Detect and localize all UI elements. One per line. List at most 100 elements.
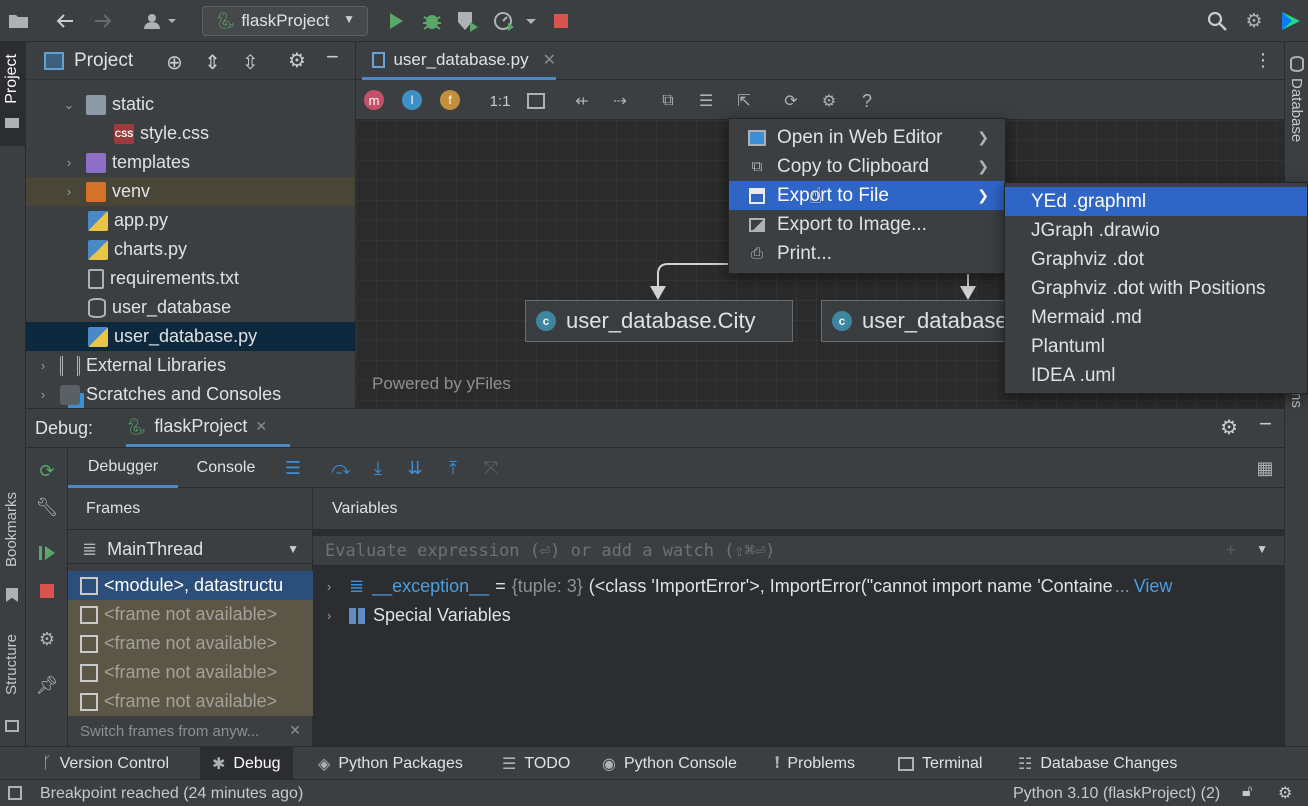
methods-filter-icon[interactable]: m — [364, 90, 384, 110]
ide-logo-icon[interactable] — [1278, 8, 1304, 34]
frame-item[interactable]: <frame not available> — [68, 600, 313, 629]
panel-settings-icon[interactable]: ⚙ — [288, 48, 306, 73]
tree-item-user-database[interactable]: user_database — [26, 293, 355, 322]
variable-row-special[interactable]: › Special Variables — [313, 601, 1284, 630]
run-icon[interactable] — [383, 8, 409, 34]
tree-item-external-libraries[interactable]: › External Libraries — [26, 351, 355, 380]
menu-item-export-image[interactable]: Export to Image... — [729, 210, 1005, 239]
step-out-icon[interactable]: ⤒ — [442, 457, 464, 479]
tree-item-app-py[interactable]: app.py — [26, 206, 355, 235]
layout-icon[interactable]: ⇷ — [571, 90, 593, 112]
menu-item-idea-uml[interactable]: IDEA .uml — [1005, 361, 1307, 390]
debug-settings-icon[interactable]: ⚙ — [36, 628, 58, 650]
pin-icon[interactable]: 📌︎ — [36, 674, 59, 696]
notifications-icon[interactable]: ⚙ — [1278, 783, 1292, 803]
toggle-panels-icon[interactable] — [8, 786, 22, 800]
search-icon[interactable] — [1204, 8, 1230, 34]
debug-bug-icon[interactable] — [419, 8, 445, 34]
bookmarks-tool-tab[interactable]: Bookmarks — [0, 492, 26, 612]
menu-item-copy-clipboard[interactable]: ⧉ Copy to Clipboard ❯ — [729, 152, 1005, 181]
route-edges-icon[interactable]: ⇢ — [609, 90, 631, 112]
actual-size-icon[interactable]: 1:1 — [486, 90, 514, 112]
frame-item[interactable]: <frame not available> — [68, 687, 313, 716]
view-link[interactable]: View — [1134, 576, 1173, 597]
close-tab-icon[interactable]: ✕ — [543, 50, 556, 70]
profile-dropdown-icon[interactable] — [491, 8, 541, 34]
add-watch-icon[interactable]: + — [1225, 540, 1236, 561]
settings-gear-icon[interactable]: ⚙ — [1241, 8, 1267, 34]
back-arrow-icon[interactable] — [52, 8, 78, 34]
tab-console[interactable]: Console — [182, 448, 270, 488]
menu-item-yed-graphml[interactable]: YEd .graphml — [1005, 187, 1307, 216]
panel-hide-icon[interactable]: − — [326, 44, 339, 70]
tool-database-changes[interactable]: ☷ Database Changes — [1018, 747, 1177, 780]
more-options-icon[interactable]: ⋮ — [1254, 50, 1272, 71]
tree-item-scratches[interactable]: › Scratches and Consoles — [26, 380, 355, 408]
step-into-icon[interactable]: ⤓ — [367, 457, 389, 479]
tree-item-static[interactable]: ⌄ static — [26, 90, 355, 119]
structure-tool-tab[interactable]: Structure — [0, 634, 26, 738]
status-message[interactable]: Breakpoint reached (24 minutes ago) — [40, 785, 303, 803]
unlock-icon[interactable]: 🔓︎ — [1242, 783, 1252, 801]
tree-item-user-database-py[interactable]: user_database.py — [26, 322, 355, 351]
tree-item-charts-py[interactable]: charts.py — [26, 235, 355, 264]
run-to-cursor-icon[interactable]: ⤧ — [480, 457, 502, 479]
chevron-down-icon[interactable]: ▼ — [1256, 542, 1268, 556]
tool-terminal[interactable]: Terminal — [898, 747, 982, 780]
tool-problems[interactable]: ❗︎ Problems — [775, 747, 855, 780]
locate-target-icon[interactable]: ⊕ — [166, 50, 183, 75]
tab-debugger[interactable]: Debugger — [68, 448, 178, 488]
collapse-all-icon[interactable]: ⇳ — [242, 50, 259, 75]
tool-debug[interactable]: ✱ Debug — [200, 747, 293, 780]
stop-icon[interactable] — [548, 8, 574, 34]
close-hint-icon[interactable]: ✕ — [289, 722, 301, 739]
frame-item[interactable]: <frame not available> — [68, 629, 313, 658]
fit-content-icon[interactable] — [525, 90, 547, 112]
menu-item-export-to-file[interactable]: Export to File ❯ ☝︎ — [729, 181, 1005, 210]
menu-item-print[interactable]: ⎙ Print... — [729, 239, 1005, 268]
step-into-my-code-icon[interactable]: ⇊ — [404, 457, 426, 479]
help-icon[interactable]: ? — [856, 90, 878, 112]
export-icon[interactable]: ⇱ — [733, 90, 755, 112]
menu-item-plantuml[interactable]: Plantuml — [1005, 332, 1307, 361]
frame-item[interactable]: <module>, datastructu — [68, 571, 313, 600]
menu-item-mermaid-md[interactable]: Mermaid .md — [1005, 303, 1307, 332]
thread-selector[interactable]: ≣ MainThread ▼ — [68, 536, 313, 564]
tree-item-venv[interactable]: › venv — [26, 177, 355, 206]
stop-icon[interactable] — [36, 580, 58, 602]
resume-icon[interactable] — [36, 542, 58, 564]
coverage-icon[interactable] — [455, 8, 481, 34]
run-configuration-dropdown[interactable]: 🐍︎ flaskProject ▼ — [202, 6, 368, 36]
fields-filter-icon[interactable]: f — [440, 90, 460, 110]
debug-session-tab[interactable]: 🐍︎ flaskProject ✕ — [126, 409, 290, 447]
layout-menu-icon[interactable]: ☰ — [282, 457, 304, 479]
evaluate-expression-input[interactable]: Evaluate expression (⏎) or add a watch (… — [313, 536, 1284, 566]
align-icon[interactable]: ☰ — [695, 90, 717, 112]
menu-item-jgraph-drawio[interactable]: JGraph .drawio — [1005, 216, 1307, 245]
frame-item[interactable]: <frame not available> — [68, 658, 313, 687]
layout-options-icon[interactable]: ▦ — [1254, 457, 1276, 479]
menu-item-graphviz-dot[interactable]: Graphviz .dot — [1005, 245, 1307, 274]
close-tab-icon[interactable]: ✕ — [255, 418, 267, 435]
tool-python-packages[interactable]: ◈ Python Packages — [318, 747, 463, 780]
inner-classes-filter-icon[interactable]: I — [402, 90, 422, 110]
tool-python-console[interactable]: ◉ Python Console — [602, 747, 737, 780]
tree-item-requirements[interactable]: requirements.txt — [26, 264, 355, 293]
menu-item-open-web-editor[interactable]: Open in Web Editor ❯ — [729, 123, 1005, 152]
user-dropdown-icon[interactable] — [140, 8, 180, 34]
tool-version-control[interactable]: ᚴ Version Control — [42, 747, 169, 780]
tree-item-style-css[interactable]: CSS style.css — [26, 119, 355, 148]
debug-settings-icon[interactable]: ⚙ — [1220, 415, 1238, 440]
diagram-node-city[interactable]: c user_database.City — [525, 300, 793, 342]
tab-user-database-py[interactable]: user_database.py ✕ — [362, 42, 556, 80]
step-over-icon[interactable]: ⤼ — [330, 457, 352, 479]
variable-row-exception[interactable]: › ≣ __exception__ = {tuple: 3} (<class '… — [313, 572, 1284, 601]
diagram-settings-icon[interactable]: ⚙ — [818, 90, 840, 112]
menu-item-graphviz-dot-positions[interactable]: Graphviz .dot with Positions — [1005, 274, 1307, 303]
wrench-icon[interactable]: 🔧︎ — [36, 496, 59, 518]
debug-hide-icon[interactable]: − — [1259, 411, 1272, 437]
expand-all-icon[interactable]: ⇕ — [204, 50, 221, 75]
project-tool-tab[interactable]: Project — [0, 42, 26, 146]
tree-item-templates[interactable]: › templates — [26, 148, 355, 177]
refresh-icon[interactable]: ⟳ — [780, 90, 802, 112]
